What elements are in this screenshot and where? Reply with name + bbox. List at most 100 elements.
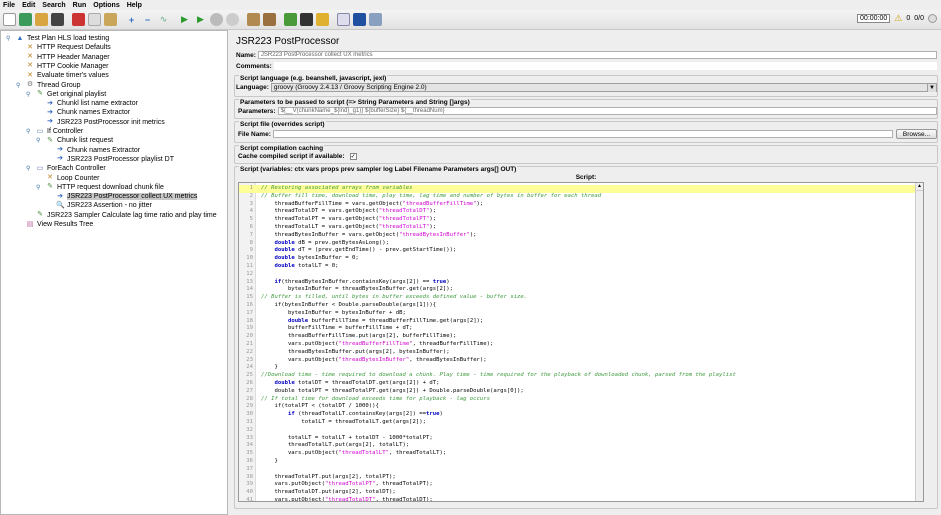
line-number: 23 <box>246 356 253 363</box>
cache-label: Cache compiled script if available: <box>238 153 345 160</box>
code-text: double totalPT = threadTotalPT.get(args[… <box>261 387 524 394</box>
menu-help[interactable]: Help <box>127 2 142 9</box>
tree-node[interactable]: ➔ Chunkl list name extractor <box>46 99 138 108</box>
language-select[interactable]: groovy (Groovy 2.4.13 / Groovy Scripting… <box>270 83 937 92</box>
tree-toggle-icon[interactable]: ⚲ <box>36 184 40 191</box>
search-icon[interactable] <box>300 13 313 26</box>
menu-run[interactable]: Run <box>73 2 87 9</box>
toggle-icon[interactable]: ∿ <box>157 13 170 26</box>
line-number: 2 <box>249 192 253 199</box>
editor-scrollbar[interactable]: ▲ <box>915 183 923 501</box>
elapsed-timer: 00:00:00 <box>857 14 891 23</box>
menu-file[interactable]: File <box>3 2 15 9</box>
tree-node[interactable]: ➔ Chunk names Extractor <box>46 108 130 117</box>
menu-options[interactable]: Options <box>93 2 119 9</box>
code-line: 31 totalLT = threadTotalLT.get(args[2]); <box>239 419 923 427</box>
config-icon: ✕ <box>27 62 33 70</box>
tree-node[interactable]: ➔ JSR223 PostProcessor init metrics <box>46 118 165 127</box>
tree-node[interactable]: ▲ Test Plan HLS load testing <box>16 34 110 43</box>
menu-search[interactable]: Search <box>42 2 65 9</box>
cut-icon[interactable] <box>72 13 85 26</box>
tree-toggle-icon[interactable]: ⚲ <box>6 35 10 42</box>
toolbar: + − ∿ ▶ ▶ <box>0 10 941 30</box>
cache-checkbox[interactable]: ✓ <box>349 153 357 160</box>
line-number: 25 <box>246 372 253 379</box>
code-line: 36 } <box>239 458 923 466</box>
start-no-pauses-icon[interactable]: ▶ <box>194 13 207 26</box>
sampler-icon: ✎ <box>47 136 53 144</box>
menu-edit[interactable]: Edit <box>22 2 35 9</box>
test-plan-tree[interactable]: ⚲ ▲ Test Plan HLS load testing ✕ HTTP Reques… <box>0 30 228 515</box>
code-text: threadBytesInBuffer = vars.getObject("th… <box>261 231 477 238</box>
warning-icon[interactable]: ⚠ <box>894 13 902 24</box>
save-icon[interactable] <box>51 13 64 26</box>
code-line: 27 double totalPT = threadTotalPT.get(ar… <box>239 388 923 396</box>
clear-all-icon[interactable] <box>263 13 276 26</box>
tree-node[interactable]: ✎ Get original playlist <box>36 90 106 99</box>
copy-icon[interactable] <box>88 13 101 26</box>
parameters-label: Parameters: <box>238 107 276 115</box>
code-text: bytesInBuffer = bytesInBuffer + dB; <box>261 309 406 316</box>
browse-button[interactable]: Browse... <box>895 129 937 139</box>
tree-toggle-icon[interactable]: ⚲ <box>36 137 40 144</box>
reset-search-icon[interactable] <box>316 13 329 26</box>
tree-node[interactable]: ✕ HTTP Request Defaults <box>26 43 111 52</box>
shutdown-icon[interactable] <box>226 13 239 26</box>
file-name-input[interactable] <box>272 130 893 138</box>
tree-toggle-icon[interactable]: ⚲ <box>26 91 30 98</box>
start-icon[interactable]: ▶ <box>178 13 191 26</box>
function-helper-icon[interactable] <box>284 13 297 26</box>
tree-toggle-icon[interactable]: ⚲ <box>26 128 30 135</box>
remote-icon[interactable] <box>369 13 382 26</box>
name-input[interactable]: JSR223 PostProcessor collect UX metrics <box>257 51 937 59</box>
expand-icon[interactable]: + <box>125 13 138 26</box>
line-number: 39 <box>246 481 253 488</box>
tree-node[interactable]: ⚙ Thread Group <box>26 81 81 90</box>
sampler-icon: ✎ <box>47 183 53 191</box>
tree-node[interactable]: ✕ HTTP Cookie Manager <box>26 62 108 71</box>
code-line: 10 double bytesInBuffer = 0; <box>239 255 923 263</box>
assertion-icon: 🔍 <box>56 201 65 209</box>
templates-icon[interactable] <box>19 13 32 26</box>
line-number: 14 <box>246 286 253 293</box>
stop-icon[interactable] <box>210 13 223 26</box>
open-icon[interactable] <box>35 13 48 26</box>
code-text: double totalDT = threadTotalDT.get(args[… <box>274 380 440 386</box>
comments-input[interactable] <box>273 62 937 70</box>
new-icon[interactable] <box>3 13 16 26</box>
tree-node[interactable]: ✕ Loop Counter <box>46 174 99 183</box>
tree-node[interactable]: ✕ HTTP Header Manager <box>26 53 110 62</box>
tree-node[interactable]: ✎ HTTP request download chunk file <box>46 183 164 192</box>
code-line: 25 //Download time - time required to dow… <box>239 372 923 380</box>
paste-icon[interactable] <box>104 13 117 26</box>
tree-node[interactable]: ✎ Chunk list request <box>46 136 113 145</box>
chevron-down-icon[interactable]: ▼ <box>927 84 936 92</box>
line-number: 21 <box>246 341 253 347</box>
thread-group-icon: ⚙ <box>26 81 34 88</box>
tree-node[interactable]: ➔ JSR223 PostProcessor playlist DT <box>56 155 174 164</box>
clear-icon[interactable] <box>247 13 260 26</box>
log-viewer-icon[interactable] <box>353 13 366 26</box>
script-editor[interactable]: 1 // Restoring associated arrays from var… <box>238 182 924 502</box>
tree-node[interactable]: ✕ Evaluate timer's values <box>26 71 109 80</box>
tree-node[interactable]: ▭ ForEach Controller <box>36 164 106 173</box>
postprocessor-icon: ➔ <box>57 192 63 200</box>
tree-node[interactable]: ➔ Chunk names Extractor <box>56 146 140 155</box>
help-icon[interactable] <box>337 13 350 26</box>
code-line: 6 threadTotalLT = vars.getObject("thread… <box>239 224 923 232</box>
tree-node[interactable]: ✎ JSR223 Sampler Calculate lag time ratio… <box>36 211 217 220</box>
parameters-input[interactable]: ${__V(chunkName_${lnd}_g1)} ${bufferSize… <box>277 107 937 115</box>
collapse-icon[interactable]: − <box>141 13 154 26</box>
scroll-up-icon[interactable]: ▲ <box>916 183 923 191</box>
code-text: double bytesInBuffer = 0; <box>274 255 359 262</box>
tree-node[interactable]: ➔ JSR223 PostProcessor collect UX metrics <box>56 192 198 201</box>
panel-title: JSR223 PostProcessor <box>236 36 340 47</box>
listener-icon: ▤ <box>26 220 34 228</box>
tree-node[interactable]: ▤ View Results Tree <box>26 220 94 229</box>
tree-toggle-icon[interactable]: ⚲ <box>16 82 20 89</box>
tree-node[interactable]: ▭ If Controller <box>36 127 84 136</box>
tree-node[interactable]: 🔍 JSR223 Assertion - no jitter <box>56 201 152 210</box>
parameters-title: Parameters to be passed to script (=> St… <box>239 99 471 106</box>
line-number: 6 <box>249 224 253 230</box>
tree-toggle-icon[interactable]: ⚲ <box>26 165 30 172</box>
